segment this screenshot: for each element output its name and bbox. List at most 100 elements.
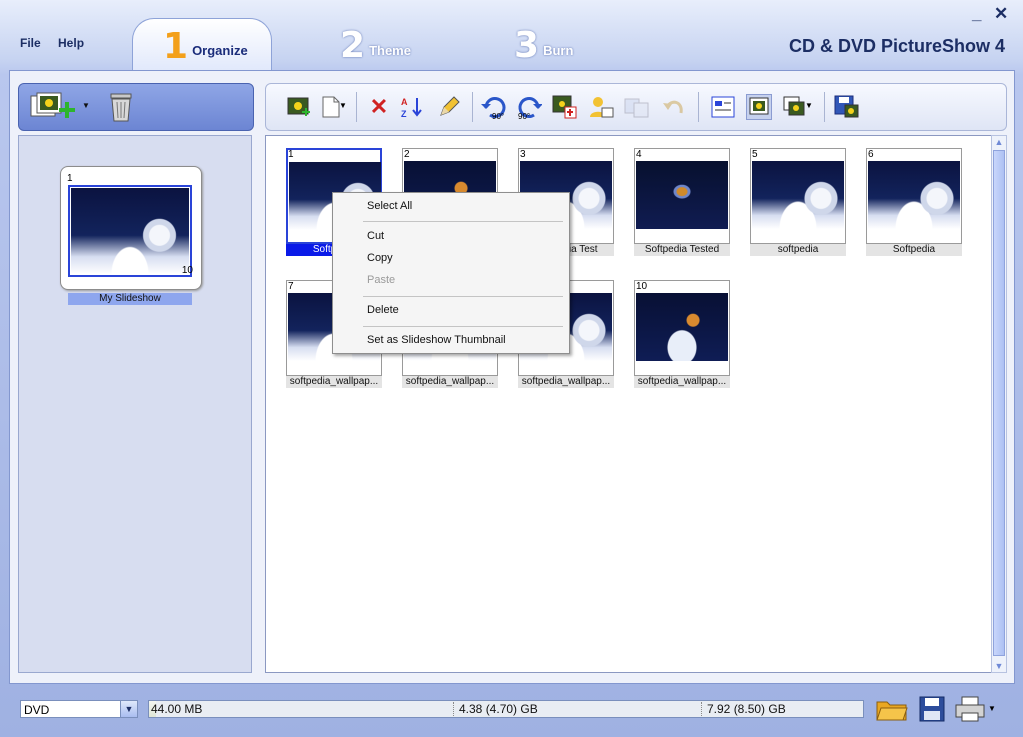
rotate-left-label: 90° [492,112,505,121]
disc-capacity-bar: 44.00 MB 4.38 (4.70) GB 7.92 (8.50) GB [148,700,864,718]
menu-item-select-all[interactable]: Select All [367,200,412,212]
sort-icon[interactable]: AZ [400,94,426,120]
menu-item-copy[interactable]: Copy [367,252,393,264]
add-to-slideshow-icon[interactable] [552,94,578,120]
photo-frame [634,280,730,376]
photo-caption[interactable]: softpedia [750,244,846,256]
disc-type-value: DVD [24,703,50,717]
tab-organize[interactable]: 1 Organize [132,18,272,74]
photo-caption[interactable]: softpedia_wallpap... [402,376,498,388]
photo-caption[interactable]: Softpedia [866,244,962,256]
slideshow-list: 1 10 My Slideshow [18,135,252,673]
toolbar-separator [824,92,825,122]
tab-number: 1 [163,25,189,67]
photo-index: 10 [636,281,648,292]
slideshow-toolbar: ▼ [18,83,254,131]
dual-layer-capacity: 7.92 (8.50) GB [707,702,786,716]
scroll-up-icon[interactable]: ▲ [993,136,1005,148]
photo-caption[interactable]: softpedia_wallpap... [286,376,382,388]
app-title: CD & DVD PictureShow 4 [788,36,1005,56]
slideshow-index: 1 [67,173,73,184]
used-size: 44.00 MB [151,702,203,716]
menu-item-set-thumbnail[interactable]: Set as Slideshow Thumbnail [367,334,506,346]
minimize-button[interactable]: _ [972,4,981,24]
photo-item[interactable]: 4 Softpedia Tested [634,148,730,258]
close-button[interactable]: ✕ [994,4,1008,24]
photo-item[interactable]: 6 Softpedia [866,148,962,258]
organize-panel: ▼ 1 10 My Slideshow ▼ ✕ A Z 90° 90° ▼ 1 … [9,70,1015,684]
slideshow-thumbnail [68,185,192,277]
print-icon[interactable] [954,694,986,724]
photo-image [752,161,844,229]
tab-burn[interactable]: 3 Burn [514,20,573,72]
menu-item-paste[interactable]: Paste [367,274,395,286]
menu-separator [363,221,563,222]
recycle-bin-icon[interactable] [105,90,137,124]
photo-frame [866,148,962,244]
disc-type-select[interactable]: DVD ▼ [20,700,138,718]
delete-icon[interactable]: ✕ [366,94,392,120]
undo-disabled-icon[interactable] [660,94,686,120]
view-thumbnails-icon[interactable] [746,94,772,120]
photo-frame [750,148,846,244]
photo-toolbar: ▼ ✕ AZ 90° 90° ▼ [265,83,1007,131]
tab-label: Organize [192,43,248,58]
user-icon[interactable] [588,94,614,120]
view-details-icon[interactable] [710,94,736,120]
photo-index: 1 [288,149,294,160]
tab-number: 2 [340,25,366,66]
photo-index: 3 [520,149,526,160]
photo-caption[interactable]: softpedia_wallpap... [634,376,730,388]
app-window: _ ✕ File Help 1 Organize 2 Theme 3 Burn … [0,0,1023,737]
photo-image [636,293,728,361]
edit-icon[interactable] [436,94,462,120]
capacity-marker [453,702,455,716]
toolbar-separator [356,92,357,122]
vertical-scrollbar[interactable]: ▲ ▼ [991,135,1007,673]
chevron-down-icon[interactable]: ▼ [338,100,348,110]
photo-item[interactable]: 5 softpedia [750,148,846,258]
tab-number: 3 [514,25,540,66]
photo-index: 7 [288,281,294,292]
tab-theme[interactable]: 2 Theme [340,20,411,72]
slideshow-caption[interactable]: My Slideshow [68,293,192,305]
chevron-down-icon[interactable]: ▼ [120,701,137,717]
toolbar-separator [698,92,699,122]
copy-disabled-icon[interactable] [624,94,650,120]
photo-image [868,161,960,229]
menu-bar: File Help [20,36,98,50]
photo-caption[interactable]: Softpedia Tested [634,244,730,256]
chevron-down-icon[interactable]: ▼ [81,100,91,110]
menu-help[interactable]: Help [58,36,84,50]
photo-index: 4 [636,149,642,160]
chevron-down-icon[interactable]: ▼ [986,702,998,714]
save-disk-icon[interactable] [916,694,948,724]
toolbar-separator [472,92,473,122]
photo-index: 2 [404,149,410,160]
photo-frame [634,148,730,244]
photo-item[interactable]: 10 softpedia_wallpap... [634,280,730,390]
save-icon[interactable] [834,94,860,120]
add-photo-icon[interactable] [286,94,312,120]
photo-caption[interactable]: softpedia_wallpap... [518,376,614,388]
slideshow-image [71,188,189,274]
photo-index: 6 [868,149,874,160]
chevron-down-icon[interactable]: ▼ [804,100,814,110]
open-folder-icon[interactable] [876,694,908,724]
add-slideshow-icon[interactable] [29,90,79,122]
photo-index: 5 [752,149,758,160]
menu-separator [363,326,563,327]
menu-item-delete[interactable]: Delete [367,304,399,316]
scroll-down-icon[interactable]: ▼ [993,660,1005,672]
menu-item-cut[interactable]: Cut [367,230,384,242]
menu-file[interactable]: File [20,36,41,50]
tab-label: Burn [543,42,574,58]
slideshow-card[interactable]: 1 10 [60,166,202,290]
scroll-thumb[interactable] [993,150,1005,656]
tab-label: Theme [369,42,411,58]
single-layer-capacity: 4.38 (4.70) GB [459,702,538,716]
status-bar: DVD ▼ 44.00 MB 4.38 (4.70) GB 7.92 (8.50… [0,690,1023,737]
svg-text:Z: Z [401,109,407,119]
rotate-right-label: 90° [518,112,531,121]
svg-text:A: A [401,97,408,107]
